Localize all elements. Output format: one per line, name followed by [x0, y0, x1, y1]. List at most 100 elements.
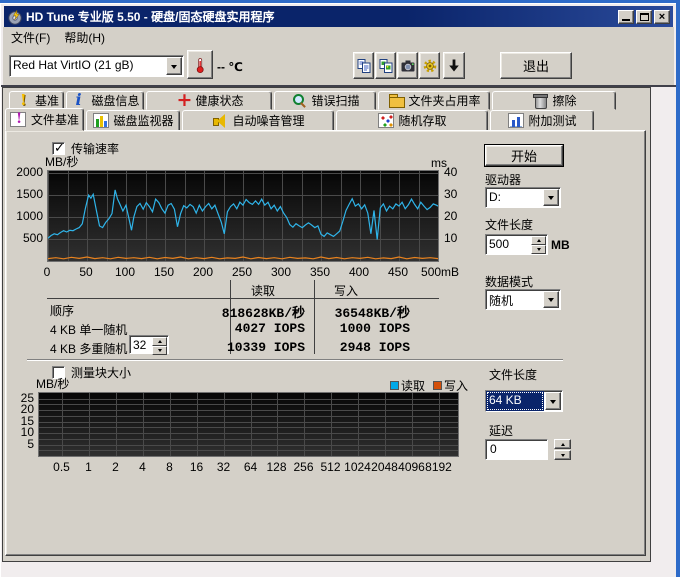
axis-label: 256 [293, 460, 313, 474]
tab-label: 随机存取 [399, 112, 447, 129]
tab-label: 基准 [35, 92, 59, 109]
tab[interactable]: 自动噪音管理 [182, 110, 334, 131]
options-button[interactable] [419, 52, 440, 79]
delay-input[interactable]: 0 [485, 439, 548, 460]
axis-label: 50 [79, 265, 92, 279]
save-results-button[interactable] [443, 52, 465, 79]
block-size-plot [38, 392, 459, 457]
tab-row-1: 基准 磁盘信息 健康状态 错误扫描 [9, 91, 616, 110]
menu-bar: 文件(F)帮助(H) [4, 28, 674, 46]
spin-down-icon[interactable] [554, 450, 571, 460]
axis-label: MB/秒 [36, 375, 69, 392]
tab-label: 磁盘监视器 [114, 112, 174, 129]
spin-down-icon[interactable] [531, 245, 546, 254]
tab[interactable]: 随机存取 [336, 110, 488, 131]
tab-icon [14, 93, 30, 108]
data-mode-label: 数据模式 [485, 273, 533, 290]
row-label-4k-single: 4 KB 单一随机 [50, 321, 127, 338]
axis-label: 512 [320, 460, 340, 474]
axis-label: 0 [44, 265, 51, 279]
axis-label: 30 [444, 187, 457, 201]
content-panel: 基准 磁盘信息 健康状态 错误扫描 [2, 87, 651, 562]
axis-label: 1500 [16, 187, 43, 201]
delay-label: 延迟 [489, 422, 513, 439]
axis-label: 150 [154, 265, 174, 279]
axis-label: 8192 [425, 460, 452, 474]
maximize-button[interactable] [636, 10, 652, 24]
spin-up-icon[interactable] [152, 337, 167, 346]
file-length-stepper[interactable]: 500 [485, 234, 548, 255]
section-separator [27, 359, 563, 361]
tab[interactable]: 磁盘监视器 [86, 110, 180, 131]
copy-image-icon [378, 58, 394, 74]
tab[interactable]: 文件夹占用率 [378, 91, 490, 110]
toolbar: Red Hat VirtIO (21 gB) -- ℃ [4, 48, 674, 87]
tab-icon [93, 113, 109, 128]
spin-down-icon[interactable] [152, 346, 167, 355]
data-mode-dropdown[interactable]: 随机 [485, 289, 561, 310]
menu-item[interactable]: 文件(F) [4, 27, 57, 48]
start-button[interactable]: 开始 [485, 145, 563, 166]
tab[interactable]: 擦除 [492, 91, 616, 110]
spin-up-icon[interactable] [554, 439, 571, 449]
down-arrow-icon [446, 58, 462, 74]
block-file-length-value: 64 KB [486, 391, 544, 411]
4k-single-write-value: 1000 IOPS [318, 321, 410, 336]
drive-label: 驱动器 [485, 171, 521, 188]
axis-label: 16 [190, 460, 203, 474]
spin-up-icon[interactable] [531, 236, 546, 245]
block-file-length-dropdown[interactable]: 64 KB [485, 390, 563, 412]
axis-label: 500 [23, 231, 43, 245]
4k-multi-read-value: 10339 IOPS [186, 340, 305, 355]
tab[interactable]: 文件基准 [5, 108, 84, 131]
axis-label: 500mB [421, 265, 459, 279]
tab-icon [291, 93, 307, 108]
tab-icon [388, 93, 404, 108]
title-bar: HD Tune 专业版 5.50 - 硬盘/固态硬盘实用程序 × [4, 6, 673, 27]
axis-label: 4096 [398, 460, 425, 474]
legend-swatch [390, 381, 399, 390]
axis-label: 200 [193, 265, 213, 279]
data-mode-value: 随机 [486, 290, 542, 309]
axis-label: 8 [166, 460, 173, 474]
chevron-down-icon[interactable] [545, 392, 561, 410]
4k-single-read-value: 4027 IOPS [186, 321, 305, 336]
queue-depth-stepper[interactable]: 32 [129, 335, 169, 354]
temperature-unit: ℃ [228, 60, 243, 74]
axis-label: 300 [271, 265, 291, 279]
axis-label: 100 [115, 265, 135, 279]
temperature-value: -- [217, 60, 225, 74]
chevron-down-icon[interactable] [543, 291, 559, 308]
tab-icon [71, 93, 87, 108]
window-controls: × [618, 10, 670, 24]
copy-text-button[interactable] [353, 52, 374, 79]
sequential-read-value: 818628KB/秒 [186, 302, 305, 321]
legend-swatch [433, 381, 442, 390]
drive-dropdown[interactable]: D: [485, 187, 561, 208]
transfer-rate-chart: 2000150010005004030201005010015020025030… [47, 170, 439, 262]
delay-stepper[interactable] [554, 439, 571, 460]
app-icon [7, 9, 23, 25]
axis-label: 250 [232, 265, 252, 279]
transfer-rate-plot [47, 170, 439, 262]
chevron-down-icon[interactable] [543, 189, 559, 206]
chevron-down-icon[interactable] [166, 57, 182, 75]
drive-select[interactable]: Red Hat VirtIO (21 gB) [9, 55, 184, 77]
tab[interactable]: 健康状态 [146, 91, 272, 110]
tab-row-2: 文件基准 磁盘监视器 自动噪音管理 随机存取 [5, 110, 594, 131]
options-gear-icon [422, 58, 438, 74]
tab[interactable]: 附加测试 [490, 110, 594, 131]
minimize-button[interactable] [618, 10, 634, 24]
tab-icon [378, 113, 394, 128]
copy-image-button[interactable] [375, 52, 396, 79]
exit-button[interactable]: 退出 [500, 52, 572, 79]
close-button[interactable]: × [654, 10, 670, 24]
tab[interactable]: 错误扫描 [274, 91, 376, 110]
axis-label: 2048 [371, 460, 398, 474]
menu-item[interactable]: 帮助(H) [57, 27, 112, 48]
axis-label: 400 [349, 265, 369, 279]
screenshot-button[interactable] [397, 52, 418, 79]
temperature-button[interactable] [187, 50, 213, 79]
tab-label: 附加测试 [529, 112, 577, 129]
drive-dropdown-value: D: [486, 188, 542, 207]
